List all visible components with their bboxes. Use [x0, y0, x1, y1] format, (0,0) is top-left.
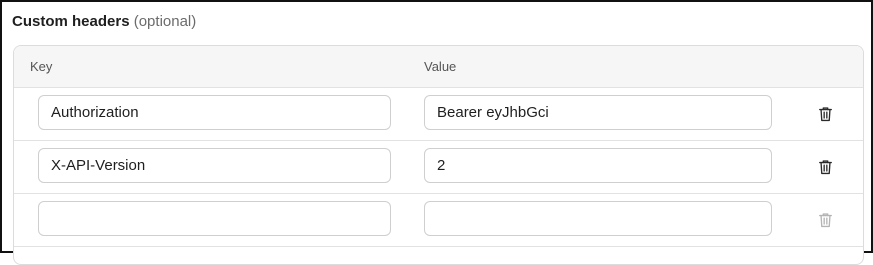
- header-key-input[interactable]: [38, 148, 391, 183]
- header-key-input[interactable]: [38, 95, 391, 130]
- section-title: Custom headers (optional): [12, 13, 196, 30]
- trash-icon: [818, 107, 832, 122]
- delete-row-button-disabled: [817, 211, 833, 229]
- header-value-input[interactable]: [424, 95, 772, 130]
- custom-headers-card: Custom headers (optional) Key Value: [0, 0, 873, 265]
- optional-label: (optional): [133, 13, 197, 30]
- header-row: [14, 140, 863, 194]
- header-key-input[interactable]: [38, 201, 391, 236]
- header-value-input[interactable]: [424, 148, 772, 183]
- section-title-text: Custom headers: [12, 13, 130, 30]
- delete-row-button[interactable]: [817, 105, 833, 123]
- delete-row-button[interactable]: [817, 158, 833, 176]
- column-header-key: Key: [30, 59, 53, 74]
- column-header-value: Value: [424, 59, 457, 74]
- header-row: [14, 87, 863, 141]
- trash-icon: [818, 213, 832, 228]
- header-value-input[interactable]: [424, 201, 772, 236]
- trash-icon: [818, 160, 832, 175]
- headers-table: Key Value: [13, 45, 864, 265]
- table-header: Key Value: [14, 46, 863, 88]
- header-row-empty: [14, 193, 863, 247]
